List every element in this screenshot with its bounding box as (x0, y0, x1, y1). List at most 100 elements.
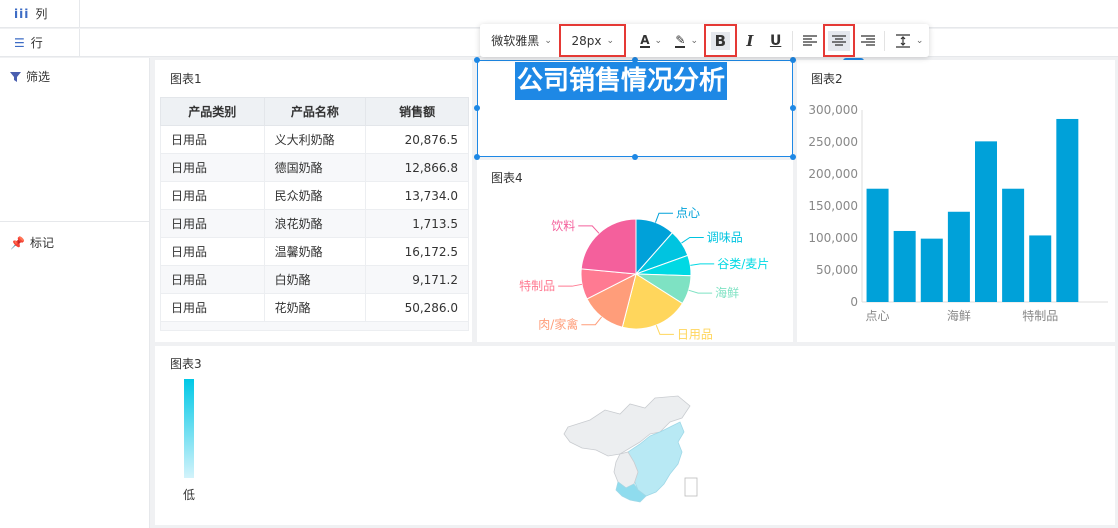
columns-icon: iii (14, 6, 30, 21)
cell-category: 日用品 (160, 293, 265, 322)
col-header-category[interactable]: 产品类别 (160, 97, 265, 126)
font-family-select[interactable]: 微软雅黑 ⌄ (486, 24, 557, 57)
chevron-down-icon: ⌄ (654, 35, 663, 46)
map-inset-box (684, 477, 698, 497)
line-spacing-button[interactable]: ⌄ (889, 24, 929, 57)
underline-icon: U (769, 32, 782, 49)
bold-icon: B (710, 31, 731, 50)
chart3-title: 图表3 (170, 357, 202, 371)
table-row[interactable]: 日用品 义大利奶酪 20,876.5 (160, 125, 469, 154)
align-left-button[interactable] (797, 24, 823, 57)
font-family-value: 微软雅黑 (491, 34, 540, 48)
font-color-button[interactable]: A ⌄ (632, 24, 670, 57)
resize-handle[interactable] (474, 57, 480, 63)
bar[interactable] (975, 141, 997, 302)
cell-sales: 16,172.5 (365, 237, 469, 266)
marks-section[interactable]: 📌 标记 (0, 234, 150, 251)
align-center-active-bg (827, 30, 850, 51)
columns-label: 列 (35, 7, 48, 21)
chevron-down-icon: ⌄ (544, 35, 552, 46)
map-legend-gradient[interactable] (184, 379, 194, 478)
table-row-partial (160, 321, 469, 331)
cell-product: 浪花奶酪 (263, 209, 367, 238)
underline-button[interactable]: U (763, 24, 789, 57)
chevron-down-icon: ⌄ (915, 35, 924, 46)
bar[interactable] (866, 188, 889, 302)
line-spacing-icon (895, 33, 910, 48)
table-row[interactable]: 日用品 花奶酪 50,286.0 (160, 293, 469, 322)
col-header-product[interactable]: 产品名称 (263, 97, 367, 126)
text-format-toolbar: 微软雅黑 ⌄ 28px ⌄ A ⌄ ✎ ⌄ B I U ⌄ (480, 24, 929, 57)
pie-label: 特制品 (519, 278, 555, 293)
italic-button[interactable]: I (737, 24, 763, 57)
pie-label: 调味品 (707, 230, 743, 244)
rows-shelf-label-area: ☰ 行 (0, 28, 80, 57)
map-legend-low-label: 低 (183, 488, 196, 502)
pie-label-line (681, 236, 704, 244)
filter-icon (10, 72, 21, 82)
resize-handle[interactable] (790, 105, 796, 111)
toolbar-separator (792, 30, 794, 51)
pie-slice[interactable] (580, 218, 637, 275)
table-row[interactable]: 日用品 浪花奶酪 1,713.5 (160, 209, 469, 238)
highlight-color-button[interactable]: ✎ ⌄ (670, 24, 704, 57)
y-tick-label: 150,000 (808, 199, 858, 213)
pie-label-line (578, 225, 600, 234)
bar[interactable] (920, 238, 943, 302)
columns-shelf-label-area: iii 列 (0, 0, 80, 28)
bold-button[interactable]: B (703, 24, 738, 57)
pie-label: 海鲜 (715, 285, 739, 300)
pie-label: 谷类/麦片 (717, 257, 769, 271)
cell-product: 民众奶酪 (263, 181, 367, 210)
left-panel: 筛选 📌 标记 (0, 58, 150, 528)
china-map (563, 395, 698, 503)
align-right-button[interactable] (855, 24, 881, 57)
chevron-down-icon: ⌄ (606, 35, 615, 46)
font-color-icon: A (640, 32, 650, 48)
font-size-select[interactable]: 28px ⌄ (559, 24, 627, 57)
pie-label-line (558, 283, 583, 287)
resize-handle[interactable] (790, 57, 796, 63)
cell-category: 日用品 (160, 265, 265, 294)
cell-sales: 9,171.2 (365, 265, 469, 294)
cell-product: 义大利奶酪 (263, 125, 367, 154)
pie-chart: 点心调味品谷类/麦片海鲜日用品 肉/家禽 特制品 饮料 (519, 206, 769, 341)
x-tick-label: 特制品 (1022, 308, 1058, 323)
panel-divider (0, 221, 150, 222)
cell-sales: 1,713.5 (365, 209, 469, 238)
resize-handle[interactable] (474, 105, 480, 111)
pie-label-line (581, 316, 603, 326)
cell-product: 花奶酪 (263, 293, 367, 322)
bar[interactable] (1056, 118, 1079, 303)
bar[interactable] (947, 211, 970, 302)
cell-category: 日用品 (160, 153, 265, 182)
cell-sales: 13,734.0 (365, 181, 469, 210)
cell-product: 德国奶酪 (263, 153, 367, 182)
font-size-value: 28px (571, 33, 602, 48)
bar[interactable] (1002, 188, 1025, 302)
pie-label-line (655, 324, 674, 335)
cell-sales: 12,866.8 (365, 153, 469, 182)
col-header-sales[interactable]: 销售额 (365, 97, 469, 126)
cell-category: 日用品 (160, 209, 265, 238)
table-row[interactable]: 日用品 白奶酪 9,171.2 (160, 265, 469, 294)
bar[interactable] (893, 230, 916, 302)
cell-product: 温馨奶酪 (263, 237, 367, 266)
y-tick-label: 300,000 (808, 103, 858, 117)
table-row[interactable]: 日用品 德国奶酪 12,866.8 (160, 153, 469, 182)
bar[interactable] (1029, 235, 1052, 302)
table-row[interactable]: 日用品 温馨奶酪 16,172.5 (160, 237, 469, 266)
table-header-row: 产品类别 产品名称 销售额 (160, 97, 469, 126)
align-center-button[interactable] (823, 24, 855, 57)
pie-label: 饮料 (551, 219, 575, 233)
report-title-text[interactable]: 公司销售情况分析 (515, 62, 728, 100)
x-tick-label: 海鲜 (947, 308, 971, 323)
rows-label: 行 (30, 36, 43, 50)
y-tick-label: 100,000 (808, 231, 858, 245)
y-tick-label: 0 (850, 295, 858, 309)
filter-section[interactable]: 筛选 (0, 68, 150, 85)
cell-category: 日用品 (160, 181, 265, 210)
pie-label-line (654, 212, 673, 223)
table-row[interactable]: 日用品 民众奶酪 13,734.0 (160, 181, 469, 210)
pie-label: 点心 (676, 206, 700, 220)
